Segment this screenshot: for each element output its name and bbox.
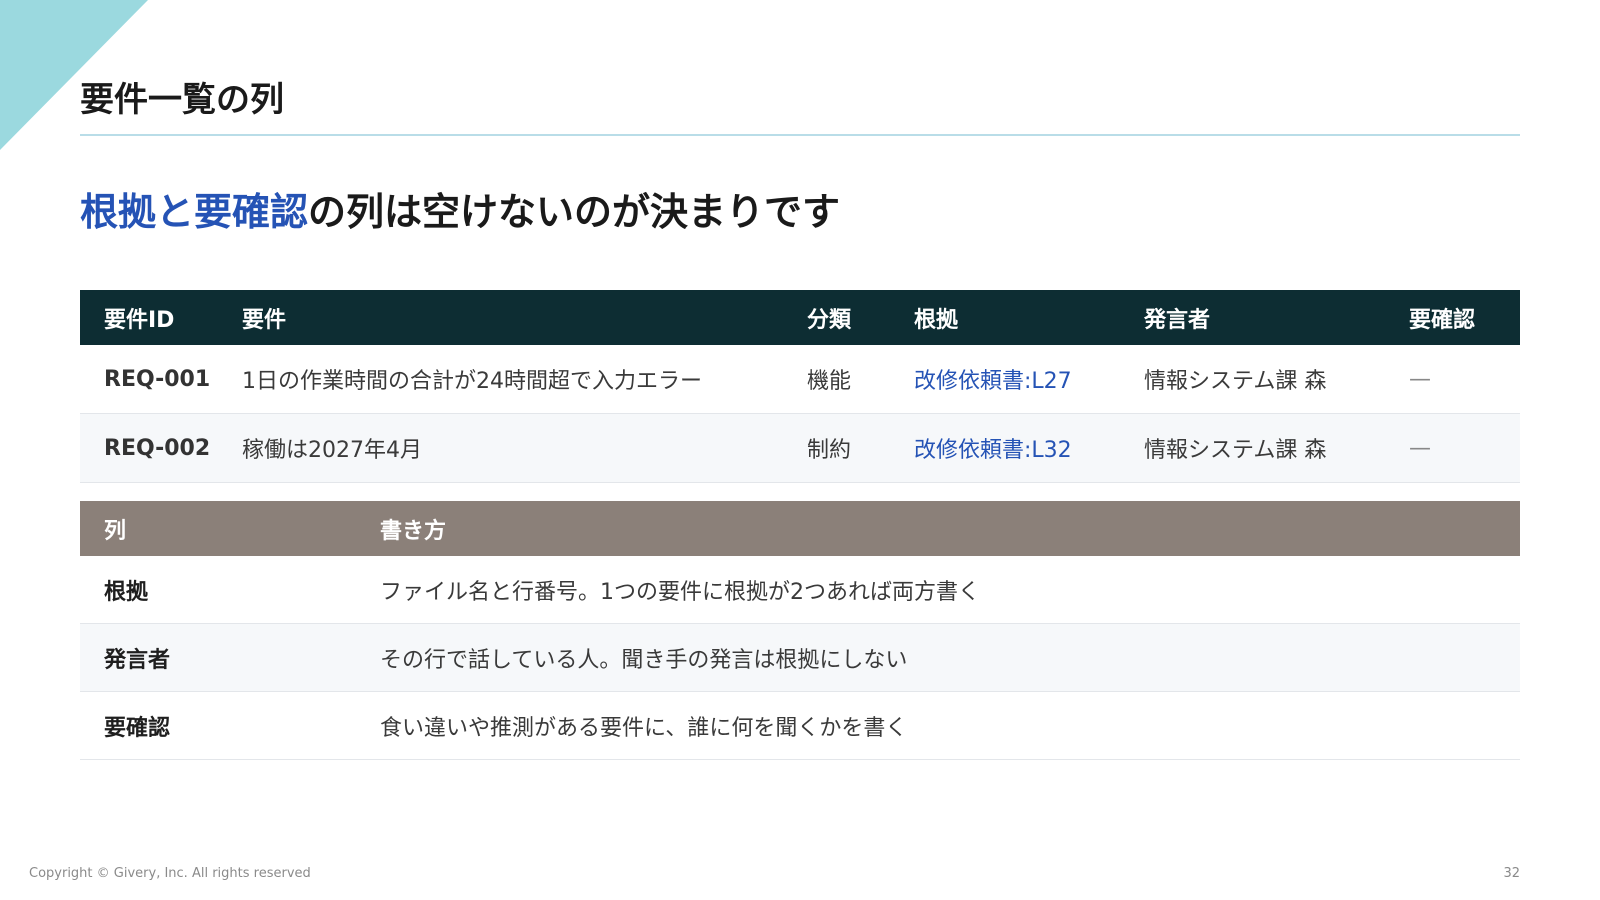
requirement-category: 機能 — [807, 369, 852, 394]
table-row: 要確認 食い違いや推測がある要件に、誰に何を聞くかを書く — [80, 692, 1520, 760]
corner-decoration — [0, 0, 148, 150]
headline-accent: 根拠と要確認 — [80, 190, 309, 234]
header-cell-category: 分類 — [807, 307, 852, 333]
requirement-id: REQ-001 — [104, 366, 211, 392]
header-cell-needs-check: 要確認 — [1409, 307, 1476, 333]
requirement-needs-check: — — [1409, 366, 1431, 392]
page-number: 32 — [1503, 866, 1520, 881]
guide-description: ファイル名と行番号。1つの要件に根拠が2つあれば両方書く — [380, 579, 980, 605]
guide-column-name: 要確認 — [104, 715, 171, 741]
column-guide-header: 列 書き方 — [80, 501, 1520, 556]
headline-rest: の列は空けないのが決まりです — [308, 190, 841, 234]
header-cell-id: 要件ID — [104, 307, 175, 333]
requirement-speaker: 情報システム課 森 — [1144, 438, 1327, 463]
column-guide-table: 列 書き方 根拠 ファイル名と行番号。1つの要件に根拠が2つあれば両方書く 発言… — [80, 501, 1520, 760]
guide-column-name: 発言者 — [104, 647, 171, 673]
requirement-category: 制約 — [807, 438, 852, 463]
header-cell-how-to-write: 書き方 — [380, 518, 447, 544]
requirement-text: 1日の作業時間の合計が24時間超で入力エラー — [242, 369, 702, 394]
table-row: 根拠 ファイル名と行番号。1つの要件に根拠が2つあれば両方書く — [80, 556, 1520, 624]
requirement-source-link[interactable]: 改修依頼書:L32 — [890, 432, 1120, 464]
guide-column-name: 根拠 — [104, 579, 149, 605]
copyright-notice: Copyright © Givery, Inc. All rights rese… — [29, 866, 311, 881]
requirement-text: 稼働は2027年4月 — [242, 438, 422, 463]
table-row: REQ-001 1日の作業時間の合計が24時間超で入力エラー 機能 改修依頼書:… — [80, 345, 1520, 414]
header-cell-requirement: 要件 — [242, 307, 287, 333]
requirement-source-link[interactable]: 改修依頼書:L27 — [890, 363, 1120, 395]
requirements-table: 要件ID 要件 分類 根拠 発言者 要確認 REQ-001 1日の作業時間の合計… — [80, 290, 1520, 483]
headline: 根拠と要確認の列は空けないのが決まりです — [80, 186, 840, 238]
requirement-id: REQ-002 — [104, 435, 211, 461]
header-cell-source: 根拠 — [914, 307, 959, 333]
guide-description: 食い違いや推測がある要件に、誰に何を聞くかを書く — [380, 715, 908, 741]
requirements-table-header: 要件ID 要件 分類 根拠 発言者 要確認 — [80, 290, 1520, 345]
header-cell-speaker: 発言者 — [1144, 307, 1211, 333]
guide-description: その行で話している人。聞き手の発言は根拠にしない — [380, 647, 908, 673]
table-row: 発言者 その行で話している人。聞き手の発言は根拠にしない — [80, 624, 1520, 692]
page-title: 要件一覧の列 — [80, 80, 284, 120]
header-cell-column: 列 — [104, 518, 127, 544]
requirement-needs-check: — — [1409, 435, 1431, 461]
title-divider — [80, 134, 1520, 136]
requirement-speaker: 情報システム課 森 — [1144, 369, 1327, 394]
table-row: REQ-002 稼働は2027年4月 制約 改修依頼書:L32 情報システム課 … — [80, 414, 1520, 483]
